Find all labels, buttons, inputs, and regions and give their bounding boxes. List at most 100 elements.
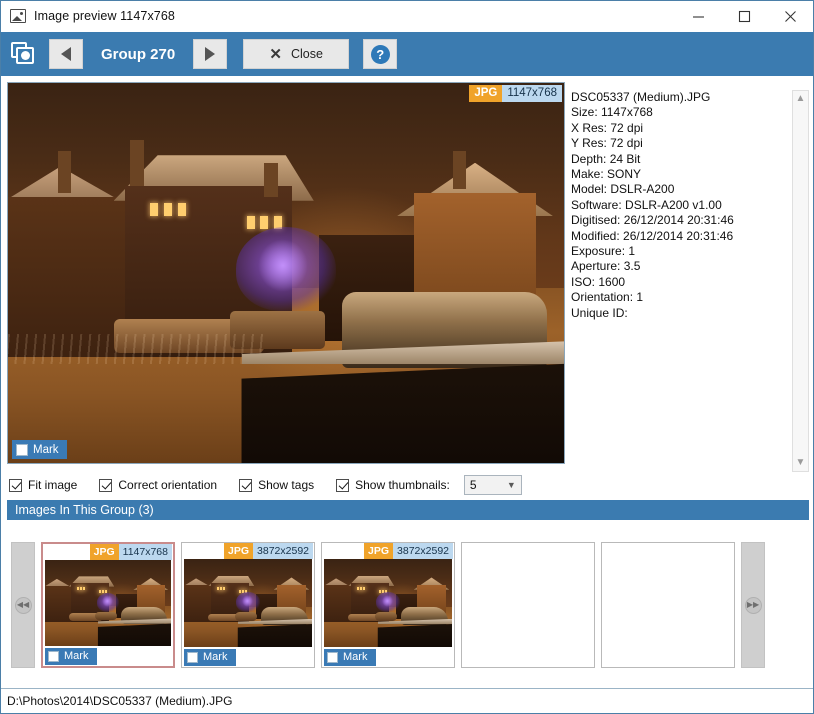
close-button[interactable]	[767, 1, 813, 31]
image-preview-icon	[10, 9, 26, 23]
thumbnail-mark-control[interactable]: Mark	[324, 649, 376, 666]
help-button[interactable]: ?	[363, 39, 397, 69]
window-title: Image preview 1147x768	[34, 9, 175, 23]
preview-area: JPG 1147x768 Mark DSC05337 (Medium).JPG …	[1, 76, 813, 472]
thumbnail-image	[324, 559, 452, 647]
x-icon: ✕	[269, 47, 282, 62]
correct-orientation-checkbox[interactable]	[99, 479, 112, 492]
thumbnail-item-empty[interactable]	[601, 542, 735, 668]
image-preview-window: Image preview 1147x768 Group 270 ✕ Clos	[0, 0, 814, 714]
thumbnail-item[interactable]: JPG 3872x2592	[181, 542, 315, 668]
show-tags-option[interactable]: Show tags	[239, 478, 314, 492]
thumbnail-tags: JPG 3872x2592	[182, 543, 314, 559]
image-preview-frame[interactable]: JPG 1147x768 Mark	[7, 82, 565, 464]
thumbnail-mark-control[interactable]: Mark	[184, 649, 236, 666]
preview-dimensions-badge: 1147x768	[502, 85, 562, 102]
minimize-button[interactable]	[675, 1, 721, 31]
group-label: Group 270	[89, 46, 187, 63]
thumbnail-mark-control[interactable]: Mark	[45, 648, 97, 665]
options-row: Fit image Correct orientation Show tags …	[1, 472, 813, 498]
preview-mark-label: Mark	[33, 444, 59, 456]
correct-orientation-option[interactable]: Correct orientation	[99, 478, 217, 492]
metadata-scrollbar[interactable]: ▲ ▼	[792, 90, 809, 472]
help-icon: ?	[371, 45, 390, 64]
thumbnail-dimensions-badge: 1147x768	[119, 544, 172, 560]
thumbnail-footer: Mark	[43, 646, 173, 666]
window-controls	[675, 1, 813, 31]
metadata-line: ISO: 1600	[571, 275, 788, 290]
thumbnail-image	[45, 560, 171, 646]
close-preview-button[interactable]: ✕ Close	[243, 39, 349, 69]
metadata-line: Model: DSLR-A200	[571, 182, 788, 197]
thumbnail-item[interactable]: JPG 1147x768	[41, 542, 175, 668]
maximize-button[interactable]	[721, 1, 767, 31]
show-tags-checkbox[interactable]	[239, 479, 252, 492]
status-path: D:\Photos\2014\DSC05337 (Medium).JPG	[7, 694, 232, 708]
fit-image-option[interactable]: Fit image	[9, 478, 77, 492]
thumbnail-count-value: 5	[470, 478, 477, 492]
metadata-panel: DSC05337 (Medium).JPG Size: 1147x768 X R…	[565, 82, 809, 472]
close-label: Close	[291, 47, 323, 61]
scroll-left-button[interactable]: ◀◀	[11, 542, 35, 668]
metadata-line: Size: 1147x768	[571, 105, 788, 120]
thumbnail-image	[184, 559, 312, 647]
thumbnail-mark-checkbox[interactable]	[187, 652, 198, 663]
metadata-line: Software: DSLR-A200 v1.00	[571, 198, 788, 213]
metadata-line: X Res: 72 dpi	[571, 121, 788, 136]
thumbnail-format-badge: JPG	[90, 544, 119, 560]
show-thumbnails-option[interactable]: Show thumbnails:	[336, 478, 450, 492]
thumbnail-format-badge: JPG	[364, 543, 393, 559]
metadata-line: Orientation: 1	[571, 290, 788, 305]
metadata-line: Digitised: 26/12/2014 20:31:46	[571, 213, 788, 228]
metadata-line: DSC05337 (Medium).JPG	[571, 90, 788, 105]
stacked-photos-icon	[9, 39, 39, 69]
preview-format-badge: JPG	[469, 85, 502, 102]
thumbnail-mark-label: Mark	[203, 651, 227, 663]
thumbnail-item[interactable]: JPG 3872x2592	[321, 542, 455, 668]
chevron-down-icon[interactable]: ▼	[796, 458, 806, 468]
scroll-right-button[interactable]: ▶▶	[741, 542, 765, 668]
thumbnail-dimensions-badge: 3872x2592	[253, 543, 313, 559]
chevron-up-icon[interactable]: ▲	[796, 94, 806, 104]
thumbnail-mark-checkbox[interactable]	[48, 651, 59, 662]
metadata-line: Depth: 24 Bit	[571, 152, 788, 167]
metadata-line: Exposure: 1	[571, 244, 788, 259]
thumbnail-format-badge: JPG	[224, 543, 253, 559]
thumbnail-item-empty[interactable]	[461, 542, 595, 668]
preview-photo	[8, 83, 564, 463]
prev-arrow-icon	[61, 47, 71, 61]
metadata-line: Make: SONY	[571, 167, 788, 182]
metadata-line: Unique ID:	[571, 306, 788, 321]
thumbnail-dimensions-badge: 3872x2592	[393, 543, 453, 559]
preview-mark-checkbox[interactable]	[16, 444, 28, 456]
next-group-button[interactable]	[193, 39, 227, 69]
toolbar: Group 270 ✕ Close ?	[1, 32, 813, 76]
next-arrow-icon	[205, 47, 215, 61]
preview-mark-control[interactable]: Mark	[12, 440, 67, 459]
scroll-left-icon: ◀◀	[15, 597, 32, 614]
metadata-list: DSC05337 (Medium).JPG Size: 1147x768 X R…	[571, 90, 788, 472]
metadata-line: Modified: 26/12/2014 20:31:46	[571, 229, 788, 244]
show-tags-label: Show tags	[258, 478, 314, 492]
thumbnail-mark-label: Mark	[343, 651, 367, 663]
fit-image-label: Fit image	[28, 478, 77, 492]
previous-group-button[interactable]	[49, 39, 83, 69]
thumbnail-strip: ◀◀ JPG 1147x768	[1, 520, 813, 688]
show-thumbnails-checkbox[interactable]	[336, 479, 349, 492]
fit-image-checkbox[interactable]	[9, 479, 22, 492]
title-bar: Image preview 1147x768	[1, 1, 813, 32]
scroll-right-icon: ▶▶	[745, 597, 762, 614]
metadata-line: Y Res: 72 dpi	[571, 136, 788, 151]
thumbnail-tags: JPG 3872x2592	[322, 543, 454, 559]
thumbnail-count-select[interactable]: 5 ▼	[464, 475, 522, 495]
chevron-down-icon: ▼	[507, 480, 516, 490]
thumbnail-footer: Mark	[322, 647, 454, 667]
show-thumbnails-label: Show thumbnails:	[355, 478, 450, 492]
thumbnail-mark-label: Mark	[64, 650, 88, 662]
thumbnail-footer: Mark	[182, 647, 314, 667]
thumbnail-tags: JPG 1147x768	[43, 544, 173, 560]
correct-orientation-label: Correct orientation	[118, 478, 217, 492]
preview-tags: JPG 1147x768	[469, 85, 562, 102]
thumbnail-mark-checkbox[interactable]	[327, 652, 338, 663]
group-header: Images In This Group (3)	[7, 500, 809, 520]
